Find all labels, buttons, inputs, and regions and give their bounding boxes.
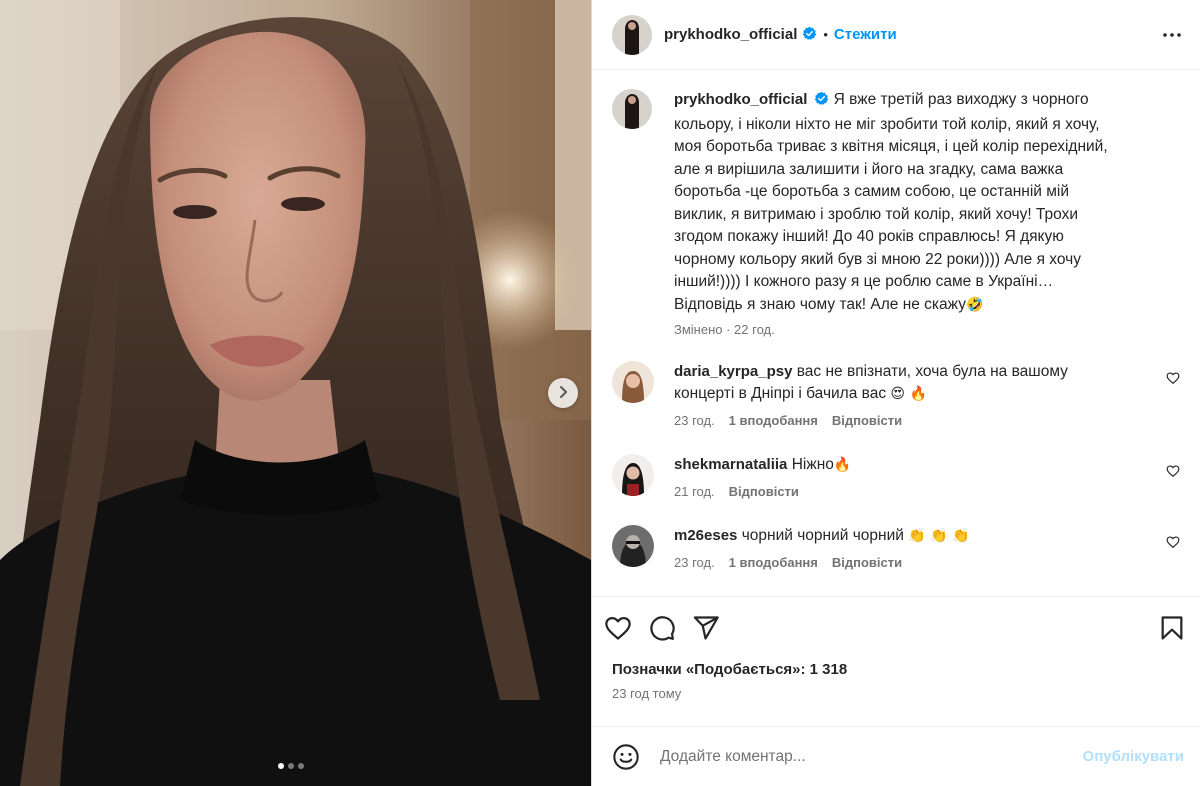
caption-emoji: 🤣: [965, 296, 984, 313]
carousel-dot: [278, 763, 284, 769]
verified-badge-icon: [802, 26, 817, 44]
comment-time: 21 год.: [674, 484, 715, 499]
caption-meta: Змінено · 22 год.: [674, 322, 775, 337]
comment-emoji: 😍 🔥: [890, 386, 927, 402]
comment-text-block: shekmarnataliia Ніжно🔥: [674, 454, 1114, 476]
comment-text-block: m26eses чорний чорний чорний 👏 👏 👏: [674, 525, 1114, 547]
reply-button[interactable]: Відповісти: [832, 413, 902, 428]
post-photo: [0, 0, 591, 786]
comment-text-block: daria_kyrpa_psy вас не впізнати, хоча бу…: [674, 361, 1114, 405]
comment-username[interactable]: shekmarnataliia: [674, 456, 787, 473]
commenter-avatar[interactable]: [612, 454, 654, 496]
post-media: [0, 0, 591, 786]
share-icon[interactable]: [692, 614, 720, 642]
caption-text-block: prykhodko_official Я вже третій раз вихо…: [674, 89, 1114, 316]
emoji-icon[interactable]: [612, 743, 640, 771]
verified-badge-icon: [814, 91, 829, 114]
comment-text: чорний чорний чорний: [741, 527, 904, 544]
commenter-avatar[interactable]: [612, 525, 654, 567]
comment: daria_kyrpa_psy вас не впізнати, хоча бу…: [612, 361, 1180, 428]
reply-button[interactable]: Відповісти: [832, 555, 902, 570]
action-section: Позначки «Подобається»: 1 318 23 год том…: [592, 596, 1200, 701]
comment-meta: 23 год. 1 вподобання Відповісти: [674, 555, 1114, 570]
chevron-right-icon: [556, 385, 570, 402]
comment-meta: 23 год. 1 вподобання Відповісти: [674, 413, 1114, 428]
comment-text: Ніжно: [791, 456, 834, 473]
like-comment-heart-icon[interactable]: [1166, 371, 1180, 388]
comments-scroll[interactable]: prykhodko_official Я вже третій раз вихо…: [592, 70, 1200, 596]
comment-meta: 21 год. Відповісти: [674, 484, 1114, 499]
add-comment-bar: Опублікувати: [592, 726, 1200, 786]
caption-username[interactable]: prykhodko_official: [674, 91, 807, 108]
carousel-dot: [298, 763, 304, 769]
like-comment-heart-icon[interactable]: [1166, 535, 1180, 552]
comment-emoji: 👏 👏 👏: [908, 528, 970, 544]
like-comment-heart-icon[interactable]: [1166, 464, 1180, 481]
comment: shekmarnataliia Ніжно🔥 21 год. Відповіст…: [612, 454, 1180, 499]
publish-button[interactable]: Опублікувати: [1083, 748, 1184, 765]
action-bar: [592, 597, 1200, 659]
carousel-indicator: [278, 763, 304, 769]
carousel-next-button[interactable]: [548, 378, 578, 408]
author-username[interactable]: prykhodko_official: [664, 26, 797, 43]
comment-likes[interactable]: 1 вподобання: [729, 413, 818, 428]
commenter-avatar[interactable]: [612, 361, 654, 403]
likes-count[interactable]: Позначки «Подобається»: 1 318: [592, 661, 1200, 678]
comment-username[interactable]: daria_kyrpa_psy: [674, 363, 792, 380]
post-header: prykhodko_official • Стежити: [592, 0, 1200, 70]
follow-button[interactable]: Стежити: [834, 26, 897, 43]
caption: prykhodko_official Я вже третій раз вихо…: [612, 89, 1180, 337]
author-avatar[interactable]: [612, 89, 652, 129]
comment-time: 23 год.: [674, 555, 715, 570]
comment-icon[interactable]: [648, 614, 676, 642]
comment-username[interactable]: m26eses: [674, 527, 737, 544]
carousel-dot: [288, 763, 294, 769]
comment: m26eses чорний чорний чорний 👏 👏 👏 23 го…: [612, 525, 1180, 570]
post-sidebar: prykhodko_official • Стежити prykhodko_o…: [592, 0, 1200, 786]
comment-emoji: 🔥: [833, 457, 852, 473]
more-options-icon[interactable]: [1160, 23, 1184, 47]
heart-icon[interactable]: [604, 614, 632, 642]
post-dialog: prykhodko_official • Стежити prykhodko_o…: [0, 0, 1200, 786]
comment-input[interactable]: [660, 747, 1083, 766]
comment-time: 23 год.: [674, 413, 715, 428]
reply-button[interactable]: Відповісти: [729, 484, 799, 499]
post-timestamp: 23 год тому: [612, 686, 682, 701]
separator: •: [823, 27, 828, 42]
bookmark-icon[interactable]: [1158, 614, 1186, 642]
caption-text: Я вже третій раз виходжу з чорного кольо…: [674, 91, 1108, 313]
author-avatar[interactable]: [612, 14, 652, 55]
comment-likes[interactable]: 1 вподобання: [729, 555, 818, 570]
